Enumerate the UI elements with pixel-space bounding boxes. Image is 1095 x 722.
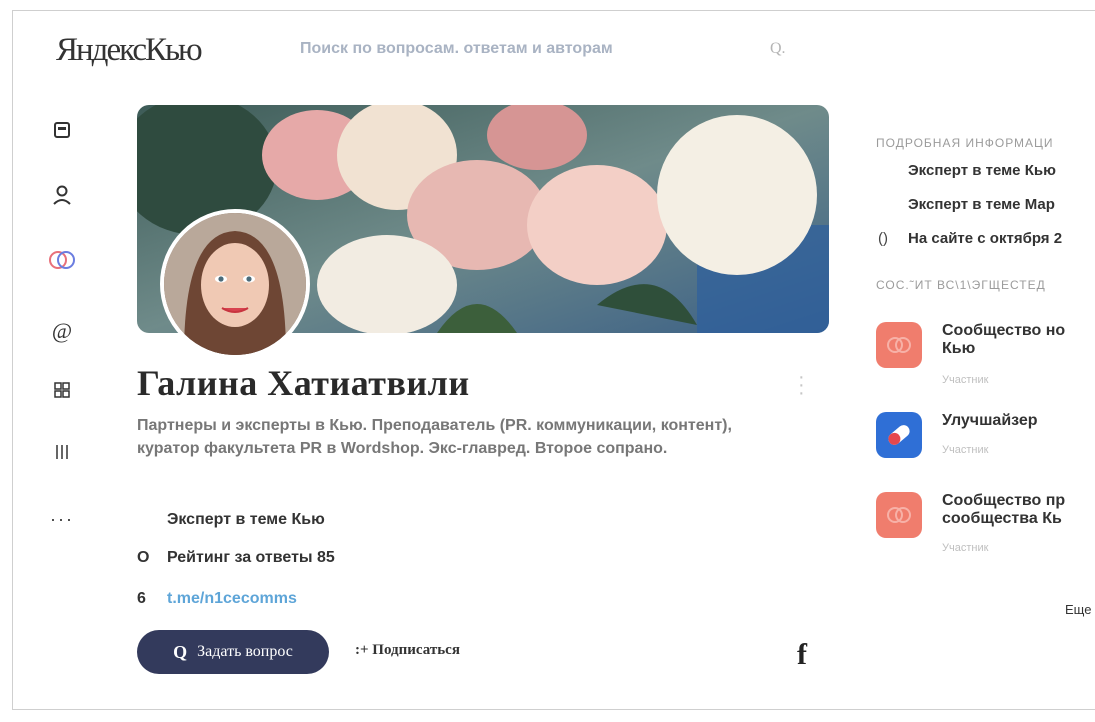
community-icon <box>876 322 922 368</box>
community-name: Сообщество пр сообщества Кь <box>942 492 1066 527</box>
facebook-icon[interactable]: f <box>797 638 807 672</box>
subscribe-label: Подписаться <box>372 642 460 658</box>
search-bar[interactable]: Поиск по вопросам. ответам и авторам Q. <box>300 30 820 68</box>
link-icon: 6 <box>137 590 146 607</box>
community-name: Сообщество но Кью <box>942 322 1066 357</box>
logo[interactable]: ЯндексКью <box>56 32 203 69</box>
pill-icon <box>876 412 922 458</box>
info-section-title: ПОДРОБНАЯ ИНФОРМАЦИ <box>876 136 1054 150</box>
profile-icon[interactable] <box>45 178 79 212</box>
subscribe-icon: :+ <box>355 642 369 658</box>
profile-link[interactable]: t.me/n1cecomms <box>167 590 297 608</box>
at-icon[interactable]: @ <box>45 314 79 348</box>
communities-section-title: СОС.˜ИТ ВС\1\ЭГЩЕСТЕД <box>876 278 1046 292</box>
info-item-text: Эксперт в теме Мар <box>908 196 1055 213</box>
link-row: 6 t.me/n1cecomms <box>137 590 297 608</box>
subscribe-button[interactable]: :+ Подписаться <box>355 642 460 659</box>
more-options-icon[interactable]: · · · <box>798 367 805 403</box>
info-item: Эксперт в теме Мар <box>878 196 1055 213</box>
community-role: Участник <box>942 542 989 554</box>
rating-value: 85 <box>317 549 335 566</box>
community-role: Участник <box>942 374 989 386</box>
info-item-text: На сайте с октября 2 <box>908 230 1063 247</box>
community-item[interactable]: Сообщество но Кью Участник <box>876 322 1095 386</box>
rating-row: O Рейтинг за ответы 85 <box>137 549 335 567</box>
info-item-text: Эксперт в теме Кью <box>908 162 1056 179</box>
info-item: Эксперт в теме Кью <box>878 162 1056 179</box>
expert-label: Эксперт в теме <box>167 511 288 528</box>
ask-question-button[interactable]: Q Задать вопрос <box>137 630 329 674</box>
more-icon[interactable]: ··· <box>45 502 79 536</box>
communities-icon[interactable] <box>45 243 79 277</box>
avatar[interactable] <box>160 209 310 359</box>
search-input[interactable]: Поиск по вопросам. ответам и авторам <box>300 40 770 58</box>
stats-icon[interactable] <box>45 434 79 468</box>
expert-topic[interactable]: Кью <box>291 511 324 529</box>
rating-icon: O <box>137 549 150 566</box>
more-communities-link[interactable]: Еще <box>1065 602 1091 617</box>
ask-icon: Q <box>173 641 188 662</box>
rating-label: Рейтинг за ответы <box>167 549 313 566</box>
info-item: () На сайте с октября 2 <box>878 230 1062 247</box>
profile-bio: Партнеры и эксперты в Кью. Преподаватель… <box>137 417 732 457</box>
feed-icon[interactable] <box>45 113 79 147</box>
community-item[interactable]: Улучшайзер Участник <box>876 412 1095 468</box>
community-name: Улучшайзер <box>942 412 1038 429</box>
community-role: Участник <box>942 444 989 456</box>
profile-name: Галина Хатиатвили <box>137 363 470 403</box>
ask-button-label: Задать вопрос <box>197 643 293 660</box>
community-item[interactable]: Сообщество пр сообщества Кь Участник <box>876 492 1095 554</box>
calendar-icon: () <box>878 230 888 247</box>
expert-row: Эксперт в теме Кью <box>137 511 325 529</box>
grid-icon[interactable] <box>45 373 79 407</box>
search-icon[interactable]: Q. <box>770 40 786 58</box>
community-icon <box>876 492 922 538</box>
